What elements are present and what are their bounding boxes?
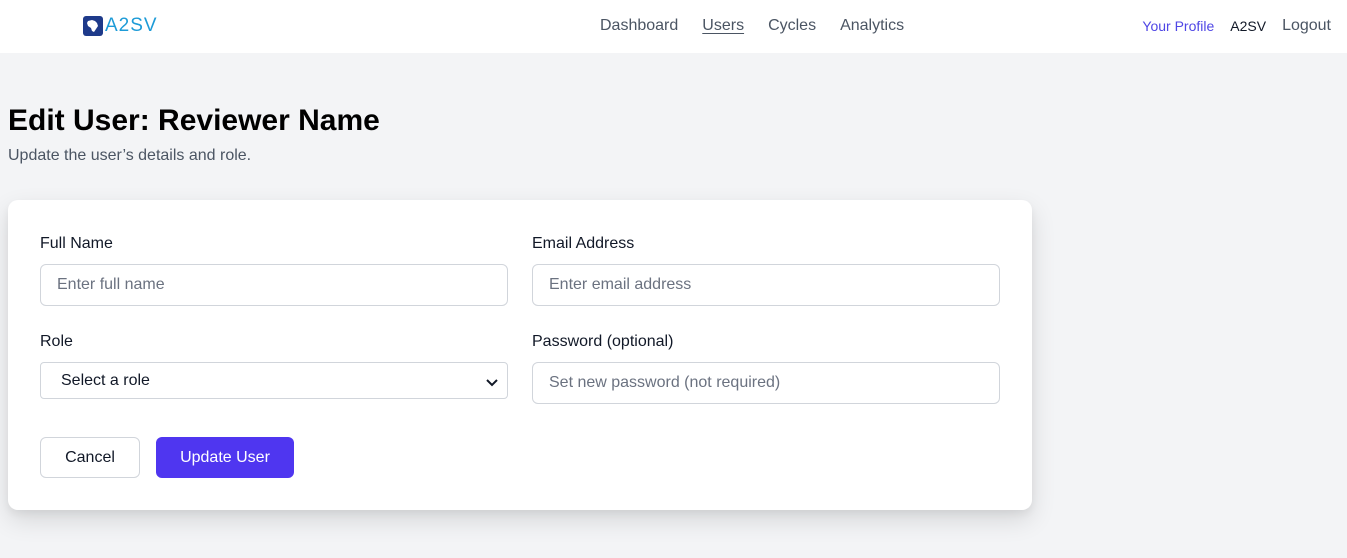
current-user-name: A2SV: [1230, 18, 1267, 34]
email-label: Email Address: [532, 235, 635, 252]
logout-button[interactable]: Logout: [1282, 16, 1331, 36]
logo-text: A2SV: [105, 15, 158, 36]
password-label: Password (optional): [532, 333, 674, 350]
full-name-input[interactable]: [40, 264, 508, 306]
email-input[interactable]: [532, 264, 1000, 306]
page-title: Edit User: Reviewer Name: [8, 104, 380, 137]
full-name-label: Full Name: [40, 235, 113, 252]
chevron-down-icon: [485, 375, 499, 393]
your-profile-link[interactable]: Your Profile: [1142, 16, 1214, 36]
nav-dashboard[interactable]: Dashboard: [600, 16, 678, 36]
nav-users[interactable]: Users: [702, 16, 744, 36]
role-select-value: Select a role: [61, 372, 150, 389]
edit-user-form: Full Name Email Address Role Select a ro…: [8, 200, 1032, 510]
main-nav: Dashboard Users Cycles Analytics: [600, 16, 904, 36]
a2sv-logo[interactable]: A2SV: [83, 15, 158, 37]
update-user-button[interactable]: Update User: [156, 437, 294, 478]
page-subtitle: Update the user’s details and role.: [8, 147, 252, 164]
role-select[interactable]: Select a role: [40, 362, 508, 399]
role-label: Role: [40, 333, 73, 350]
africa-map-icon: [83, 16, 103, 36]
nav-analytics[interactable]: Analytics: [840, 16, 904, 36]
nav-cycles[interactable]: Cycles: [768, 16, 816, 36]
user-menu: Your Profile A2SV Logout: [1142, 16, 1331, 36]
password-input[interactable]: [532, 362, 1000, 404]
cancel-button[interactable]: Cancel: [40, 437, 140, 478]
top-navbar: A2SV Dashboard Users Cycles Analytics Yo…: [0, 0, 1347, 53]
